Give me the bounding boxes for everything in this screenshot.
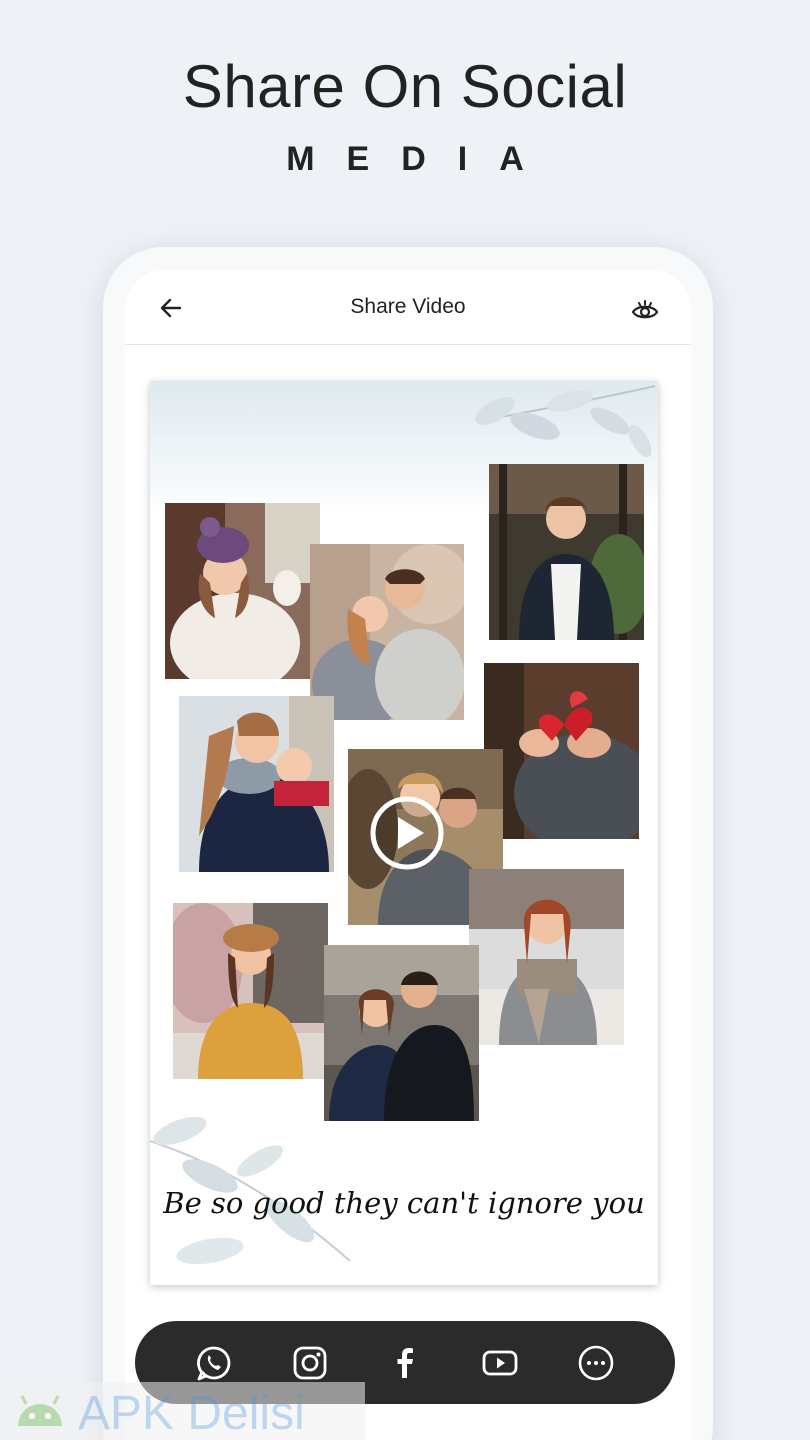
share-youtube-button[interactable] bbox=[480, 1343, 520, 1383]
photo-woman-scarf-snow bbox=[469, 869, 624, 1045]
photo-couple-dark-coats bbox=[324, 945, 479, 1121]
photo-woman-purple-hat bbox=[165, 503, 320, 679]
photo-women-hugging bbox=[179, 696, 334, 872]
promo-headline: Share On Social bbox=[182, 53, 628, 120]
watermark: APK Delisi bbox=[0, 1382, 365, 1440]
leaf-decoration-top bbox=[475, 385, 656, 458]
app-bar: Share Video bbox=[125, 270, 691, 345]
share-instagram-button[interactable] bbox=[290, 1343, 330, 1383]
photo-man-leather-jacket bbox=[489, 464, 644, 640]
video-preview[interactable]: Be so good they can't ignore you bbox=[150, 381, 658, 1285]
watermark-text: APK Delisi bbox=[78, 1387, 305, 1440]
youtube-icon bbox=[482, 1350, 518, 1376]
photo-couple-sweaters bbox=[310, 544, 464, 720]
whatsapp-icon bbox=[197, 1346, 231, 1381]
app-screen: Share Video Be so good they can't ignore… bbox=[125, 270, 691, 1440]
share-whatsapp-button[interactable] bbox=[194, 1343, 234, 1383]
instagram-icon bbox=[293, 1346, 327, 1380]
android-logo-icon bbox=[18, 1395, 62, 1426]
share-facebook-button[interactable] bbox=[385, 1343, 425, 1383]
photo-woman-yellow-sweater bbox=[173, 903, 328, 1079]
share-more-button[interactable] bbox=[576, 1343, 616, 1383]
promo-subheadline: MEDIA bbox=[286, 140, 556, 178]
screen-title: Share Video bbox=[350, 295, 466, 318]
preview-quote: Be so good they can't ignore you bbox=[163, 1186, 645, 1220]
preview-button[interactable] bbox=[629, 294, 661, 326]
eye-icon bbox=[631, 300, 659, 319]
play-circle-icon[interactable] bbox=[367, 793, 447, 873]
facebook-icon bbox=[397, 1348, 413, 1378]
more-horizontal-icon bbox=[578, 1345, 614, 1381]
photo-red-hearts-hands bbox=[484, 663, 639, 839]
